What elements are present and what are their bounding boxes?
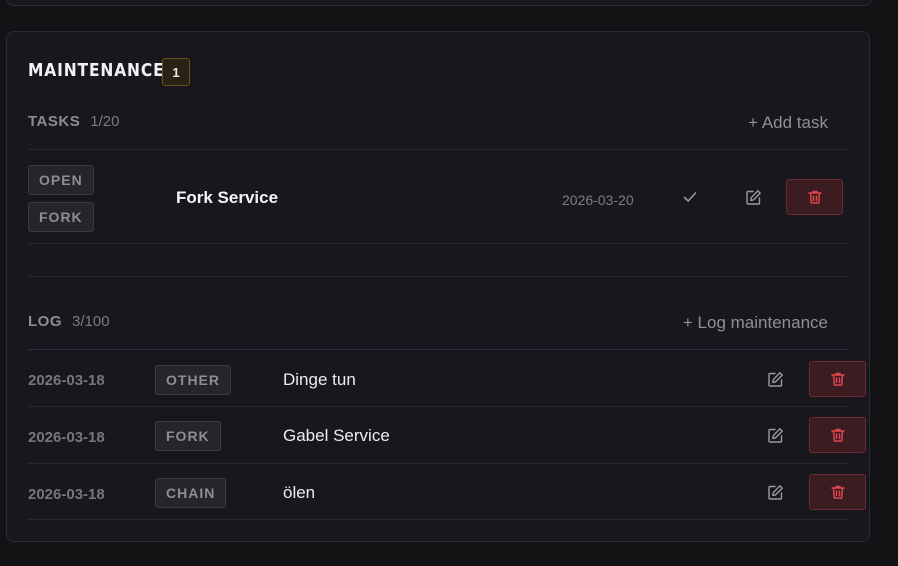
delete-log-button[interactable] bbox=[809, 474, 866, 510]
log-header: LOG 3/100 bbox=[28, 313, 110, 330]
edit-icon bbox=[767, 484, 783, 500]
divider bbox=[28, 519, 848, 520]
divider bbox=[28, 276, 848, 277]
trash-icon bbox=[807, 190, 822, 204]
maintenance-card: MAINTENANCE 1 TASKS 1/20 + Add task OPEN… bbox=[6, 31, 870, 542]
add-task-button[interactable]: + Add task bbox=[748, 113, 828, 133]
edit-icon bbox=[767, 371, 783, 387]
divider bbox=[28, 406, 848, 407]
delete-log-button[interactable] bbox=[809, 417, 866, 453]
divider bbox=[28, 243, 848, 244]
task-status-tag: OPEN bbox=[28, 165, 94, 195]
divider bbox=[28, 349, 848, 350]
delete-log-button[interactable] bbox=[809, 361, 866, 397]
trash-icon bbox=[830, 485, 845, 499]
task-name: Fork Service bbox=[176, 188, 279, 207]
log-description: Dinge tun bbox=[283, 370, 356, 389]
edit-log-button[interactable] bbox=[764, 481, 786, 503]
divider bbox=[28, 463, 848, 464]
previous-card bbox=[6, 0, 872, 6]
log-date: 2026-03-18 bbox=[28, 486, 105, 503]
log-description: Gabel Service bbox=[283, 426, 390, 445]
edit-icon bbox=[767, 427, 783, 443]
trash-icon bbox=[830, 428, 845, 442]
count-badge: 1 bbox=[162, 58, 190, 86]
log-count: 3/100 bbox=[72, 313, 110, 330]
log-date: 2026-03-18 bbox=[28, 429, 105, 446]
tasks-label: TASKS bbox=[28, 113, 81, 130]
edit-task-button[interactable] bbox=[742, 186, 764, 208]
task-category-tag: FORK bbox=[28, 202, 94, 232]
log-category-tag: CHAIN bbox=[155, 478, 227, 508]
tasks-header: TASKS 1/20 bbox=[28, 113, 119, 130]
edit-log-button[interactable] bbox=[764, 368, 786, 390]
divider bbox=[28, 149, 848, 150]
log-description: ölen bbox=[283, 483, 316, 502]
log-date: 2026-03-18 bbox=[28, 372, 105, 389]
delete-task-button[interactable] bbox=[786, 179, 843, 215]
log-label: LOG bbox=[28, 313, 62, 330]
edit-log-button[interactable] bbox=[764, 424, 786, 446]
check-icon bbox=[683, 192, 697, 202]
log-maintenance-button[interactable]: + Log maintenance bbox=[683, 313, 828, 333]
log-category-tag: FORK bbox=[155, 421, 221, 451]
log-category-tag: OTHER bbox=[155, 365, 231, 395]
task-due-date: 2026-03-20 bbox=[562, 192, 634, 208]
edit-icon bbox=[745, 189, 761, 205]
tasks-count: 1/20 bbox=[90, 113, 120, 130]
trash-icon bbox=[830, 372, 845, 386]
section-title: MAINTENANCE bbox=[28, 60, 165, 81]
complete-task-button[interactable] bbox=[679, 186, 701, 208]
